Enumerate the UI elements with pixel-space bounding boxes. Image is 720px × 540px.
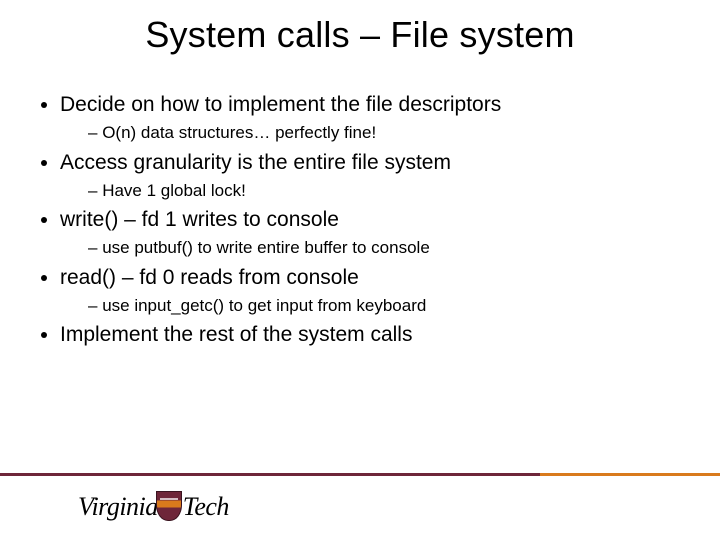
sub-item: Have 1 global lock! bbox=[88, 180, 700, 201]
bullet-text: Access granularity is the entire file sy… bbox=[60, 151, 451, 174]
bullet-item: Access granularity is the entire file sy… bbox=[60, 150, 700, 202]
footer-stripe bbox=[0, 473, 720, 476]
sub-list: use putbuf() to write entire buffer to c… bbox=[60, 237, 700, 258]
bullet-item: write() – fd 1 writes to console use put… bbox=[60, 207, 700, 259]
bullet-item: read() – fd 0 reads from console use inp… bbox=[60, 265, 700, 317]
slide-content: Decide on how to implement the file desc… bbox=[0, 56, 720, 348]
sub-item: O(n) data structures… perfectly fine! bbox=[88, 122, 700, 143]
logo-text-virginia: Virginia bbox=[78, 492, 158, 521]
bullet-list: Decide on how to implement the file desc… bbox=[20, 92, 700, 348]
stripe-orange bbox=[540, 473, 720, 476]
logo-text-tech: Tech bbox=[183, 492, 229, 521]
sub-list: O(n) data structures… perfectly fine! bbox=[60, 122, 700, 143]
vt-logo: Virginia Tech bbox=[78, 491, 229, 522]
sub-item: use input_getc() to get input from keybo… bbox=[88, 295, 700, 316]
shield-icon bbox=[156, 491, 182, 521]
stripe-maroon bbox=[0, 473, 540, 476]
sub-list: use input_getc() to get input from keybo… bbox=[60, 295, 700, 316]
sub-item: use putbuf() to write entire buffer to c… bbox=[88, 237, 700, 258]
bullet-text: Decide on how to implement the file desc… bbox=[60, 93, 501, 116]
bullet-item: Implement the rest of the system calls bbox=[60, 322, 700, 348]
bullet-text: write() – fd 1 writes to console bbox=[60, 208, 339, 231]
bullet-text: read() – fd 0 reads from console bbox=[60, 266, 359, 289]
bullet-item: Decide on how to implement the file desc… bbox=[60, 92, 700, 144]
slide-title: System calls – File system bbox=[0, 0, 720, 56]
slide: System calls – File system Decide on how… bbox=[0, 0, 720, 540]
sub-list: Have 1 global lock! bbox=[60, 180, 700, 201]
